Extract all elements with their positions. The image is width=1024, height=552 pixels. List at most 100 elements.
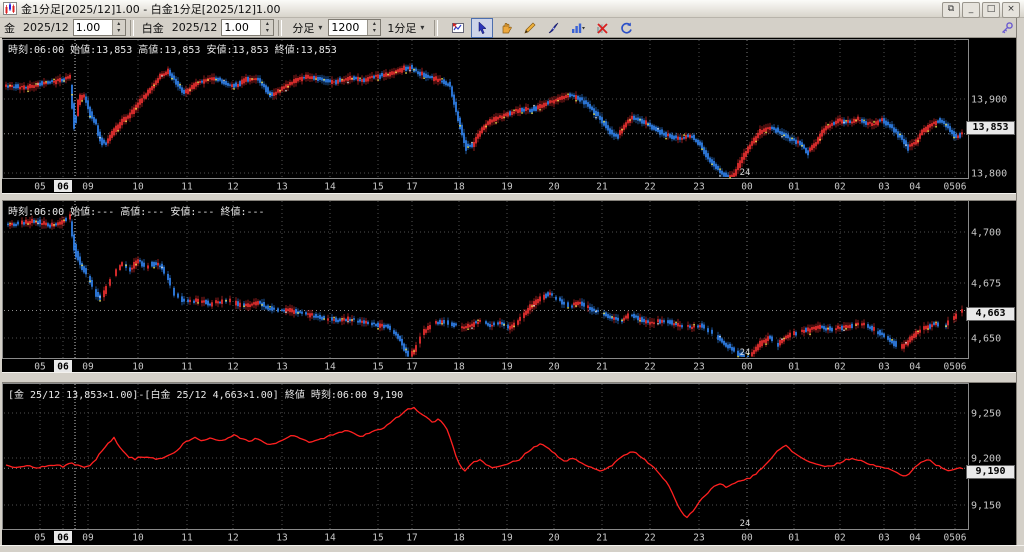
charts-svg[interactable]: 2405060910111213141517181920212223000102… <box>2 38 1016 545</box>
spread-panel-info: [金 25/12 13,853×1.00]-[白金 25/12 4,663×1.… <box>8 386 403 401</box>
select-tool[interactable] <box>471 18 493 38</box>
svg-text:14: 14 <box>324 182 336 193</box>
svg-text:14: 14 <box>324 362 336 373</box>
svg-text:01: 01 <box>788 182 800 193</box>
svg-text:11: 11 <box>181 362 193 373</box>
svg-text:13,800: 13,800 <box>971 169 1007 180</box>
svg-text:9,200: 9,200 <box>971 454 1001 465</box>
svg-text:04: 04 <box>909 533 921 544</box>
platinum-panel-info: 時刻:06:00 始値:--- 高値:--- 安値:--- 終値:--- <box>8 203 265 218</box>
svg-text:17: 17 <box>406 533 417 544</box>
svg-text:09: 09 <box>82 182 94 193</box>
panel-separator[interactable] <box>2 193 1016 201</box>
platinum-spinner-arrows[interactable]: ▴▾ <box>260 20 273 35</box>
svg-text:13: 13 <box>276 182 287 193</box>
svg-text:20: 20 <box>548 533 560 544</box>
spread-current-price-box: 9,190 <box>966 465 1015 479</box>
pan-hand-tool[interactable] <box>495 18 517 38</box>
pencil-draw-tool[interactable] <box>519 18 541 38</box>
svg-text:24: 24 <box>740 168 751 178</box>
bar-count-spinner[interactable]: ▴▾ <box>328 19 381 36</box>
svg-text:22: 22 <box>644 182 655 193</box>
svg-text:18: 18 <box>453 362 465 373</box>
panel-separator[interactable] <box>2 372 1016 383</box>
svg-text:12: 12 <box>227 182 238 193</box>
window-bottom-border <box>0 545 1024 552</box>
svg-text:06: 06 <box>57 182 69 193</box>
gold-current-price-box: 13,853 <box>966 121 1015 135</box>
platinum-multiplier-spinner[interactable]: ▴▾ <box>221 19 274 36</box>
platinum-multiplier-input[interactable] <box>222 21 260 34</box>
svg-text:23: 23 <box>693 533 704 544</box>
delete-drawings-tool[interactable] <box>591 18 613 38</box>
bar-type-dropdown[interactable]: 分足▾ <box>288 19 326 37</box>
svg-text:18: 18 <box>453 182 465 193</box>
pen-draw-tool[interactable] <box>543 18 565 38</box>
svg-text:19: 19 <box>501 182 513 193</box>
bar-count-spinner-arrows[interactable]: ▴▾ <box>367 20 380 35</box>
svg-text:15: 15 <box>372 182 383 193</box>
maximize-button[interactable]: □ <box>982 2 1000 18</box>
toolbar: 金 2025/12 ▴▾ 白金 2025/12 ▴▾ 分足▾ ▴▾ 1分足▾ <box>0 18 1024 38</box>
float-button[interactable]: ⧉ <box>942 2 960 18</box>
svg-text:0506: 0506 <box>944 362 967 373</box>
interval-dropdown[interactable]: 1分足▾ <box>383 19 428 37</box>
svg-text:09: 09 <box>82 362 94 373</box>
svg-text:20: 20 <box>548 362 560 373</box>
window-right-border <box>1016 18 1024 552</box>
bar-count-input[interactable] <box>329 21 367 34</box>
svg-text:0506: 0506 <box>944 533 967 544</box>
chart-area: 2405060910111213141517181920212223000102… <box>2 38 1016 545</box>
svg-text:06: 06 <box>57 362 69 373</box>
svg-text:9,250: 9,250 <box>971 409 1001 420</box>
svg-text:00: 00 <box>741 362 753 373</box>
svg-text:11: 11 <box>181 533 193 544</box>
svg-text:01: 01 <box>788 362 800 373</box>
toolbar-separator <box>130 20 134 36</box>
gold-multiplier-input[interactable] <box>74 21 112 34</box>
svg-text:12: 12 <box>227 533 238 544</box>
title-bar[interactable]: 金1分足[2025/12]1.00 - 白金1分足[2025/12]1.00 ⧉… <box>0 0 1024 18</box>
svg-text:05: 05 <box>34 533 45 544</box>
svg-text:13: 13 <box>276 362 287 373</box>
svg-text:22: 22 <box>644 362 655 373</box>
platinum-current-price-box: 4,663 <box>966 307 1015 321</box>
gold-spinner-arrows[interactable]: ▴▾ <box>112 20 125 35</box>
svg-text:02: 02 <box>834 182 845 193</box>
svg-text:23: 23 <box>693 362 704 373</box>
svg-text:15: 15 <box>372 362 383 373</box>
chevron-down-icon: ▾ <box>318 23 322 32</box>
svg-text:00: 00 <box>741 182 753 193</box>
svg-text:19: 19 <box>501 533 513 544</box>
svg-text:0506: 0506 <box>944 182 967 193</box>
toolbar-separator <box>278 20 282 36</box>
gold-multiplier-spinner[interactable]: ▴▾ <box>73 19 126 36</box>
svg-text:11: 11 <box>181 182 193 193</box>
svg-text:21: 21 <box>596 182 608 193</box>
gold-month-label: 2025/12 <box>23 21 69 34</box>
window-title: 金1分足[2025/12]1.00 - 白金1分足[2025/12]1.00 <box>21 1 281 17</box>
minimize-button[interactable]: _ <box>962 2 980 18</box>
svg-text:14: 14 <box>324 533 336 544</box>
gold-symbol-label: 金 <box>4 20 15 36</box>
chart-type-dropdown[interactable] <box>567 18 589 38</box>
svg-text:24: 24 <box>740 519 751 529</box>
svg-text:05: 05 <box>34 362 45 373</box>
toolbar-separator <box>434 20 438 36</box>
tool-buttons-group <box>446 18 638 38</box>
chart-cursor-tool[interactable] <box>447 18 469 38</box>
close-button[interactable]: × <box>1002 2 1020 18</box>
svg-text:03: 03 <box>878 362 889 373</box>
refresh-tool[interactable] <box>615 18 637 38</box>
svg-text:01: 01 <box>788 533 800 544</box>
key-icon[interactable] <box>998 20 1016 36</box>
svg-text:23: 23 <box>693 182 704 193</box>
svg-text:06: 06 <box>57 533 69 544</box>
svg-text:21: 21 <box>596 362 608 373</box>
svg-text:09: 09 <box>82 533 94 544</box>
svg-text:05: 05 <box>34 182 45 193</box>
svg-text:18: 18 <box>453 533 465 544</box>
window-buttons: ⧉_□× <box>942 2 1020 18</box>
svg-text:13: 13 <box>276 533 287 544</box>
gold-panel-info: 時刻:06:00 始値:13,853 高値:13,853 安値:13,853 終… <box>8 41 337 56</box>
